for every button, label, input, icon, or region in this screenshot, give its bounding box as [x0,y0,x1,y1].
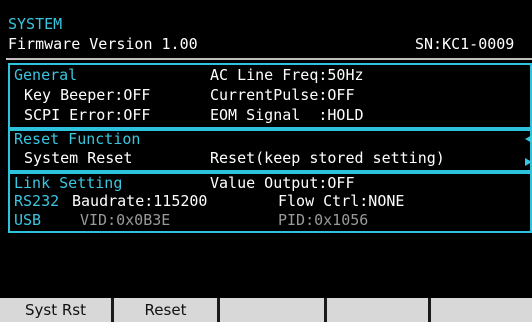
serial-number: SN:KC1-0009 [415,35,515,53]
softkey-4[interactable] [327,298,431,322]
system-screen: SYSTEM Firmware Version 1.00 SN:KC1-0009… [0,0,532,322]
firmware-version: Firmware Version 1.00 [8,35,198,53]
link-setting-heading: Link Setting [14,174,123,192]
value-output-setting[interactable]: Value Output:OFF [210,175,355,192]
usb-label: USB [14,211,42,229]
eom-signal-setting[interactable]: EOM Signal :HOLD [210,107,364,124]
system-reset-value[interactable]: Reset(keep stored setting) [210,150,445,167]
current-pulse-setting[interactable]: CurrentPulse:OFF [210,87,355,104]
rs232-label: RS232 [14,192,60,210]
softkey-bar: Syst Rst Reset [0,298,532,322]
key-beeper-setting[interactable]: Key Beeper:OFF [24,87,150,104]
softkey-5[interactable] [431,298,532,322]
softkey-syst-rst[interactable]: Syst Rst [0,298,114,322]
softkey-reset[interactable]: Reset [114,298,220,322]
softkey-3[interactable] [220,298,327,322]
flow-ctrl-setting[interactable]: Flow Ctrl:NONE [278,193,404,210]
usb-vid: VID:0x0B3E [80,211,171,229]
scroll-down-icon[interactable] [525,158,532,166]
header-divider [6,58,532,60]
general-heading: General [14,66,78,84]
system-reset-label: System Reset [24,149,133,167]
title-bar: SYSTEM Firmware Version 1.00 SN:KC1-0009 [0,0,532,58]
ac-line-freq-setting[interactable]: AC Line Freq:50Hz [210,67,364,84]
usb-pid: PID:0x1056 [278,211,369,229]
scpi-error-setting[interactable]: SCPI Error:OFF [24,107,150,124]
baudrate-setting[interactable]: Baudrate:115200 [72,193,207,210]
reset-function-heading: Reset Function [14,130,141,148]
scroll-up-icon[interactable] [525,135,532,143]
page-title: SYSTEM [8,15,63,33]
